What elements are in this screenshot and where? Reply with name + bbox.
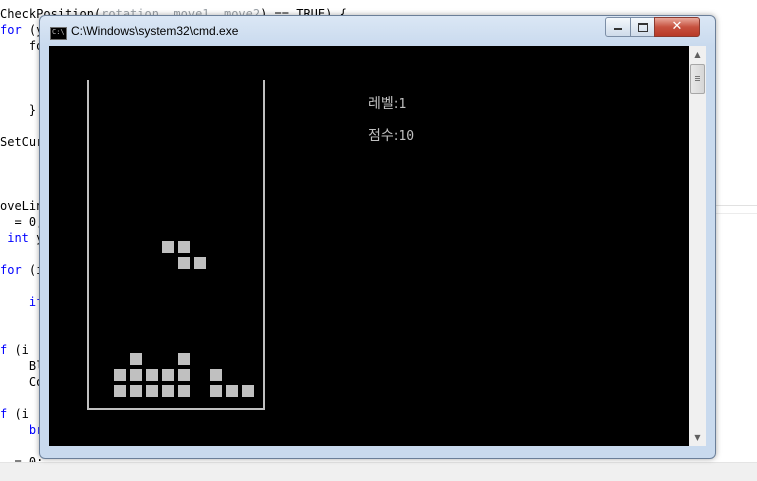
close-icon: ✕	[671, 19, 683, 34]
stack-block	[162, 385, 174, 397]
level-display: 레벨:1	[368, 93, 406, 113]
editor-status-strip	[0, 462, 757, 481]
close-button[interactable]: ✕	[654, 17, 700, 37]
code-line: fo	[0, 39, 44, 53]
stack-block	[146, 369, 158, 381]
stack-block	[226, 385, 238, 397]
code-line: oveLin	[0, 199, 44, 213]
code-line: for (i	[0, 263, 44, 277]
vertical-scrollbar[interactable]: ▲ ▼	[689, 46, 706, 446]
code-line: Bl	[0, 359, 44, 373]
stack-block	[178, 385, 190, 397]
stack-block	[114, 369, 126, 381]
code-line: }	[0, 103, 37, 117]
scroll-up-icon[interactable]: ▲	[689, 46, 706, 63]
stack-block	[146, 385, 158, 397]
falling-piece-block	[162, 241, 174, 253]
console-output[interactable]: 레벨:1 점수:10	[49, 46, 689, 446]
code-line: SetCur	[0, 135, 44, 149]
stack-block	[130, 369, 142, 381]
stack-block	[178, 369, 190, 381]
well-right-wall	[263, 80, 265, 408]
maximize-button[interactable]	[630, 17, 655, 37]
code-line: int y	[0, 231, 44, 245]
score-label: 점수:	[368, 128, 399, 144]
stack-block	[210, 369, 222, 381]
code-line: br	[28, 423, 44, 437]
level-value: 1	[398, 97, 407, 112]
code-line: f (i	[0, 407, 29, 421]
window-title: C:\Windows\system32\cmd.exe	[71, 24, 239, 38]
title-bar[interactable]: C:\ C:\Windows\system32\cmd.exe ✕	[40, 16, 715, 46]
scroll-down-icon[interactable]: ▼	[689, 429, 706, 446]
stack-block	[130, 353, 142, 365]
cmd-icon[interactable]: C:\	[50, 27, 67, 40]
falling-piece-block	[194, 257, 206, 269]
scroll-thumb[interactable]	[690, 64, 705, 94]
code-line: f (i	[0, 343, 29, 357]
score-display: 점수:10	[368, 125, 414, 145]
code-line: if	[28, 295, 44, 309]
stack-block	[242, 385, 254, 397]
code-line: = 0;	[0, 215, 44, 229]
stack-block	[210, 385, 222, 397]
stack-block	[130, 385, 142, 397]
maximize-icon	[638, 23, 648, 32]
level-label: 레벨:	[368, 96, 399, 112]
code-line: for (y	[0, 23, 44, 37]
well-floor	[87, 408, 265, 410]
stack-block	[162, 369, 174, 381]
minimize-button[interactable]	[605, 17, 631, 37]
code-line: Co	[0, 375, 44, 389]
falling-piece-block	[178, 257, 190, 269]
console-window[interactable]: C:\ C:\Windows\system32\cmd.exe ✕ 레벨:1 점…	[39, 15, 716, 459]
well-left-wall	[87, 80, 89, 408]
minimize-icon	[614, 28, 622, 30]
stack-block	[114, 385, 126, 397]
score-value: 10	[398, 129, 415, 144]
falling-piece-block	[178, 241, 190, 253]
stack-block	[178, 353, 190, 365]
